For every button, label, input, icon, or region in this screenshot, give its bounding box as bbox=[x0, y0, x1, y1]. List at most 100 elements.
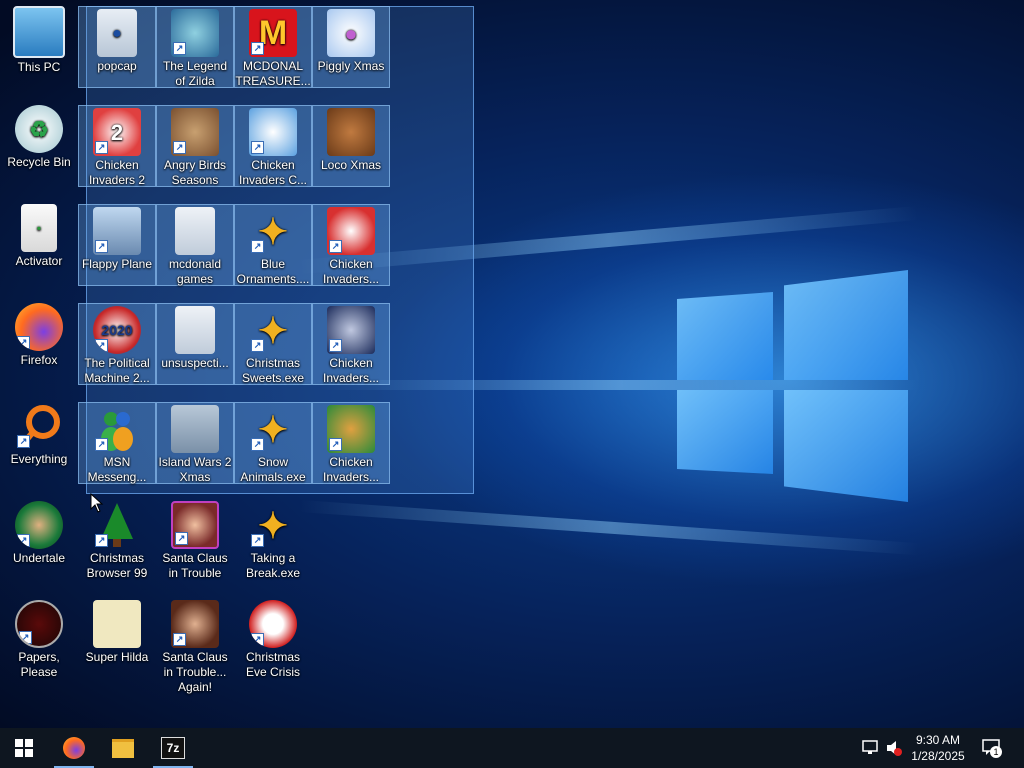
undertale-icon: ↗ bbox=[15, 501, 63, 549]
game-character-icon: ↗ bbox=[171, 9, 219, 57]
clock-time: 9:30 AM bbox=[915, 733, 961, 747]
desktop-icon-undertale[interactable]: ↗ Undertale bbox=[0, 499, 78, 566]
desktop-icon-political-machine[interactable]: 2020 ↗ The Political Machine 2... bbox=[78, 303, 156, 385]
clock-date: 1/28/2025 bbox=[911, 749, 965, 763]
desktop-icon-blue-ornaments[interactable]: ✦ ↗ Blue Ornaments.... bbox=[234, 204, 312, 286]
pig-icon: ● bbox=[327, 9, 375, 57]
taskbar-app-firefox[interactable] bbox=[54, 728, 94, 768]
badge-2020-icon: 2020 ↗ bbox=[93, 306, 141, 354]
desktop-icon-mcdonald-treasure[interactable]: M ↗ MCDONAL TREASURE... bbox=[234, 6, 312, 88]
desktop-icon-chicken-invaders-6[interactable]: ↗ Chicken Invaders... bbox=[312, 402, 390, 484]
taskbar-app-file-explorer[interactable] bbox=[103, 728, 143, 768]
mcdonalds-logo-icon: M ↗ bbox=[249, 9, 297, 57]
shortcut-arrow-icon: ↗ bbox=[251, 240, 264, 253]
santa-icon: ↗ bbox=[171, 600, 219, 648]
firefox-icon: ↗ bbox=[15, 303, 63, 351]
desktop-icon-mcdonald-games[interactable]: mcdonald games bbox=[156, 204, 234, 286]
mouse-cursor-icon bbox=[90, 493, 104, 513]
shortcut-arrow-icon: ↗ bbox=[329, 438, 342, 451]
desktop-icon-activator[interactable]: ▪ Activator bbox=[0, 202, 78, 269]
notification-center-button[interactable]: 1 bbox=[982, 738, 1006, 758]
firefox-icon bbox=[63, 737, 85, 759]
desktop-icon-santa-claus-trouble[interactable]: ↗ Santa Claus in Trouble bbox=[156, 499, 234, 581]
desktop-icon-piggly-xmas[interactable]: ● Piggly Xmas bbox=[312, 6, 390, 88]
shortcut-arrow-icon: ↗ bbox=[173, 633, 186, 646]
file-icon: ▪ bbox=[21, 204, 57, 252]
plane-icon: ↗ bbox=[93, 207, 141, 255]
shortcut-arrow-icon: ↗ bbox=[251, 633, 264, 646]
desktop-icon-santa-claus-trouble-again[interactable]: ↗ Santa Claus in Trouble... Again! bbox=[156, 598, 234, 695]
desktop-icon-angry-birds-seasons[interactable]: ↗ Angry Birds Seasons bbox=[156, 105, 234, 187]
7zip-icon: 7z bbox=[161, 737, 185, 759]
desktop-icon-flappy-plane[interactable]: ↗ Flappy Plane bbox=[78, 204, 156, 286]
desktop-icon-everything[interactable]: ↗ Everything bbox=[0, 400, 78, 467]
desktop-icon-loco-xmas[interactable]: Loco Xmas bbox=[312, 105, 390, 187]
shortcut-arrow-icon: ↗ bbox=[175, 532, 188, 545]
puzzle-icon: ✦ ↗ bbox=[249, 306, 297, 354]
desktop-icon-unsuspecting[interactable]: unsuspecti... bbox=[156, 303, 234, 385]
angry-bird-icon: ↗ bbox=[171, 108, 219, 156]
shortcut-arrow-icon: ↗ bbox=[95, 534, 108, 547]
shortcut-arrow-icon: ↗ bbox=[173, 42, 186, 55]
folder-icon bbox=[112, 738, 134, 758]
desktop-icon-christmas-sweets[interactable]: ✦ ↗ Christmas Sweets.exe bbox=[234, 303, 312, 385]
santa-icon: ↗ bbox=[171, 501, 219, 549]
desktop-icon-island-wars-2[interactable]: Island Wars 2 Xmas bbox=[156, 402, 234, 484]
fighter-jet-icon bbox=[171, 405, 219, 453]
desktop-icon-this-pc[interactable]: This PC bbox=[0, 4, 78, 75]
shortcut-arrow-icon: ↗ bbox=[251, 534, 264, 547]
shortcut-arrow-icon: ↗ bbox=[251, 141, 264, 154]
papers-please-icon: ↗ bbox=[15, 600, 63, 648]
recycle-bin-icon: ♻ bbox=[15, 105, 63, 153]
taskbar: 7z 9:30 AM 1/28/2025 1 bbox=[0, 728, 1024, 768]
shortcut-arrow-icon: ↗ bbox=[251, 339, 264, 352]
shortcut-arrow-icon: ↗ bbox=[95, 339, 108, 352]
desktop-icon-snow-animals[interactable]: ✦ ↗ Snow Animals.exe bbox=[234, 402, 312, 484]
shortcut-arrow-icon: ↗ bbox=[95, 240, 108, 253]
pixel-dog-icon bbox=[93, 600, 141, 648]
puzzle-icon: ✦ ↗ bbox=[249, 207, 297, 255]
network-icon[interactable] bbox=[862, 740, 880, 759]
shortcut-arrow-icon: ↗ bbox=[329, 240, 342, 253]
magnifier-icon: ↗ bbox=[15, 402, 63, 450]
chicken-egg-icon: ↗ bbox=[327, 405, 375, 453]
volume-muted-icon[interactable] bbox=[886, 740, 902, 759]
desktop-icon-popcap[interactable]: ● popcap bbox=[78, 6, 156, 88]
spaceship-icon: ↗ bbox=[327, 306, 375, 354]
shortcut-arrow-icon: ↗ bbox=[329, 339, 342, 352]
windows-logo-icon bbox=[15, 739, 33, 757]
desktop-icon-msn-messenger[interactable]: ↗ MSN Messeng... bbox=[78, 402, 156, 484]
wallpaper-light-beam bbox=[299, 500, 919, 556]
shortcut-arrow-icon: ↗ bbox=[251, 42, 264, 55]
shortcut-arrow-icon: ↗ bbox=[95, 438, 108, 451]
folder-icon bbox=[175, 306, 215, 354]
desktop-icon-chicken-invaders-c[interactable]: ↗ Chicken Invaders C... bbox=[234, 105, 312, 187]
desktop-icon-christmas-eve-crisis[interactable]: ↗ Christmas Eve Crisis bbox=[234, 598, 312, 680]
desktop-icon-legend-of-zilda[interactable]: ↗ The Legend of Zilda bbox=[156, 6, 234, 88]
santa-chicken-icon: ↗ bbox=[327, 207, 375, 255]
shortcut-arrow-icon: ↗ bbox=[17, 534, 30, 547]
start-button[interactable] bbox=[4, 728, 44, 768]
taskbar-app-7zip[interactable]: 7z bbox=[153, 728, 193, 768]
clock[interactable]: 9:30 AM 1/28/2025 bbox=[905, 732, 971, 764]
chicken-icon: 2 ↗ bbox=[93, 108, 141, 156]
notification-count-badge: 1 bbox=[990, 746, 1002, 758]
desktop-icon-taking-a-break[interactable]: ✦ ↗ Taking a Break.exe bbox=[234, 499, 312, 581]
shortcut-arrow-icon: ↗ bbox=[173, 141, 186, 154]
puzzle-icon: ✦ ↗ bbox=[249, 501, 297, 549]
desktop-icon-firefox[interactable]: ↗ Firefox bbox=[0, 301, 78, 368]
shortcut-arrow-icon: ↗ bbox=[19, 631, 32, 644]
desktop-icon-super-hilda[interactable]: Super Hilda bbox=[78, 598, 156, 665]
shortcut-arrow-icon: ↗ bbox=[17, 336, 30, 349]
shortcut-arrow-icon: ↗ bbox=[17, 435, 30, 448]
desktop-icon-chicken-invaders-2[interactable]: 2 ↗ Chicken Invaders 2 bbox=[78, 105, 156, 187]
desktop-icon-papers-please[interactable]: ↗ Papers, Please bbox=[0, 598, 78, 680]
snowman-chicken-icon: ↗ bbox=[249, 108, 297, 156]
teddy-bear-icon bbox=[327, 108, 375, 156]
desktop-icon-chicken-invaders-5[interactable]: ↗ Chicken Invaders... bbox=[312, 303, 390, 385]
folder-icon: ● bbox=[97, 9, 137, 57]
desktop-icon-chicken-invaders-4[interactable]: ↗ Chicken Invaders... bbox=[312, 204, 390, 286]
folder-icon bbox=[175, 207, 215, 255]
santa-face-icon: ↗ bbox=[249, 600, 297, 648]
desktop-icon-recycle-bin[interactable]: ♻ Recycle Bin bbox=[0, 103, 78, 170]
